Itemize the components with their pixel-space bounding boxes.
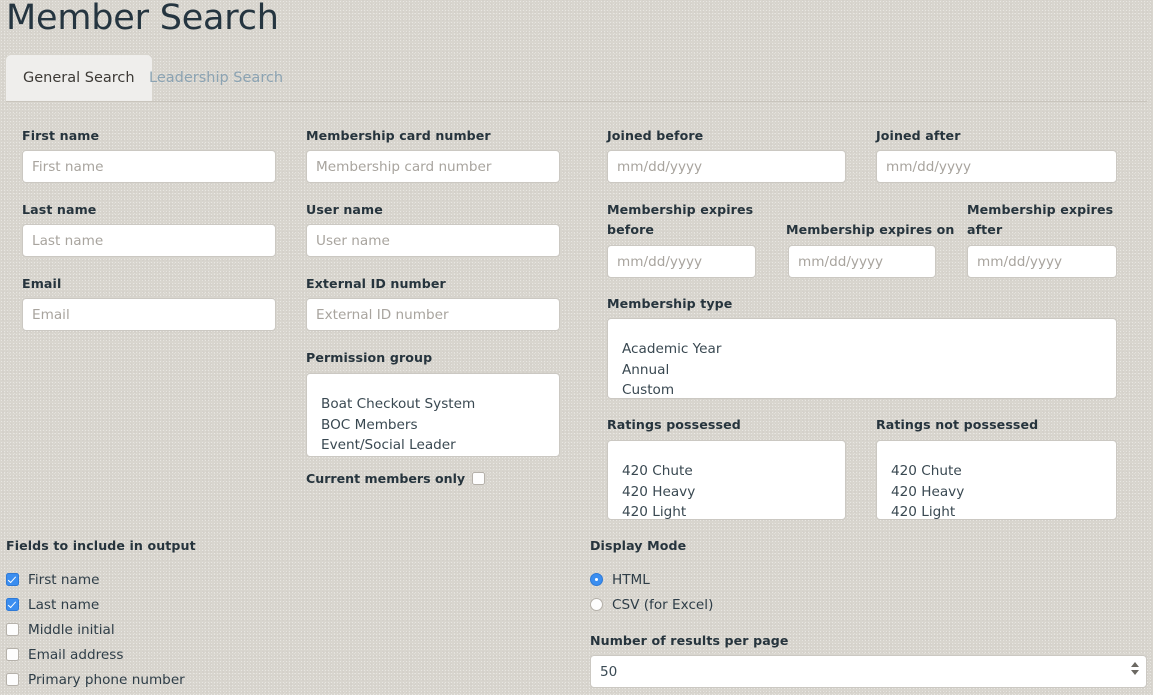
results-per-page-stepper[interactable] (590, 655, 1147, 688)
ratings-possessed-listbox[interactable]: 420 Chute 420 Heavy 420 Light (607, 440, 846, 520)
list-item[interactable] (877, 441, 1116, 461)
membership-card-number-label: Membership card number (306, 128, 491, 143)
list-item[interactable]: 420 Chute (608, 461, 845, 481)
results-per-page-input[interactable] (590, 655, 1147, 688)
checkbox-icon[interactable] (6, 573, 19, 586)
list-item[interactable]: 420 Chute (877, 461, 1116, 481)
membership-expires-on-input[interactable] (788, 245, 936, 278)
membership-type-listbox[interactable]: Academic Year Annual Custom (607, 318, 1117, 399)
output-field-last-name[interactable]: Last name (6, 596, 99, 614)
current-members-only-row[interactable]: Current members only (306, 470, 486, 488)
email-input[interactable] (22, 298, 276, 331)
membership-expires-before-input[interactable] (607, 245, 756, 278)
membership-expires-after-input[interactable] (967, 245, 1117, 278)
list-item[interactable] (307, 374, 559, 394)
permission-group-listbox[interactable]: Boat Checkout System BOC Members Event/S… (306, 373, 560, 457)
membership-expires-before-label: Membership expires before (607, 202, 754, 237)
checkbox-icon[interactable] (6, 673, 19, 686)
display-mode-option-html[interactable]: HTML (590, 571, 650, 589)
membership-expires-on-label: Membership expires on (786, 222, 955, 237)
joined-before-label: Joined before (607, 128, 704, 143)
membership-type-label: Membership type (607, 296, 733, 311)
display-mode-option-label: CSV (for Excel) (612, 597, 714, 613)
tab-leadership-search[interactable]: Leadership Search (132, 55, 300, 101)
output-field-primary-phone-number[interactable]: Primary phone number (6, 671, 185, 689)
last-name-input[interactable] (22, 224, 276, 257)
page-title: Member Search (6, 0, 279, 38)
list-item[interactable] (608, 441, 845, 461)
list-item[interactable]: 420 Light (877, 502, 1116, 519)
display-mode-option-label: HTML (612, 572, 650, 588)
checkbox-icon[interactable] (6, 648, 19, 661)
display-mode-label: Display Mode (590, 538, 687, 553)
output-field-label: Primary phone number (28, 672, 185, 688)
list-item[interactable]: Annual (608, 360, 1116, 380)
email-label: Email (22, 276, 62, 291)
permission-group-label: Permission group (306, 350, 433, 365)
list-item[interactable]: Academic Year (608, 339, 1116, 359)
user-name-input[interactable] (306, 224, 560, 257)
membership-expires-after-label: Membership expires after (967, 202, 1114, 237)
joined-after-label: Joined after (876, 128, 961, 143)
ratings-possessed-label: Ratings possessed (607, 417, 741, 432)
external-id-number-label: External ID number (306, 276, 446, 291)
ratings-not-possessed-listbox[interactable]: 420 Chute 420 Heavy 420 Light (876, 440, 1117, 520)
checkbox-icon[interactable] (6, 598, 19, 611)
user-name-label: User name (306, 202, 383, 217)
tab-general-search[interactable]: General Search (6, 55, 152, 101)
list-item[interactable]: 420 Light (608, 502, 845, 519)
checkbox-icon[interactable] (6, 623, 19, 636)
output-field-label: Last name (28, 597, 100, 613)
current-members-only-checkbox[interactable] (472, 472, 486, 485)
first-name-input[interactable] (22, 150, 276, 183)
list-item[interactable] (608, 319, 1116, 339)
display-mode-option-csv[interactable]: CSV (for Excel) (590, 596, 713, 614)
output-field-middle-initial[interactable]: Middle initial (6, 621, 115, 639)
output-field-email-address[interactable]: Email address (6, 646, 123, 664)
chevron-up-icon[interactable] (1130, 662, 1139, 667)
output-field-label: Email address (28, 647, 124, 663)
list-item[interactable]: Boat Checkout System (307, 394, 559, 414)
chevron-down-icon[interactable] (1130, 670, 1139, 675)
tab-bar: General Search Leadership Search (6, 55, 1147, 102)
joined-after-input[interactable] (876, 150, 1117, 183)
radio-icon[interactable] (590, 573, 603, 586)
output-field-first-name[interactable]: First name (6, 571, 99, 589)
list-item[interactable]: Custom (608, 380, 1116, 398)
list-item[interactable]: Event/Social Leader (307, 435, 559, 455)
ratings-not-possessed-label: Ratings not possessed (876, 417, 1039, 432)
joined-before-input[interactable] (607, 150, 846, 183)
first-name-label: First name (22, 128, 100, 143)
last-name-label: Last name (22, 202, 97, 217)
spinner-arrows-icon[interactable] (1129, 662, 1140, 681)
list-item[interactable]: 420 Heavy (608, 482, 845, 502)
output-field-label: Middle initial (28, 622, 115, 638)
fields-to-include-label: Fields to include in output (6, 538, 196, 553)
list-item[interactable]: BOC Members (307, 415, 559, 435)
output-field-label: First name (28, 572, 100, 588)
membership-card-number-input[interactable] (306, 150, 560, 183)
list-item[interactable]: 420 Heavy (877, 482, 1116, 502)
member-search-page: Member Search General Search Leadership … (0, 0, 1153, 695)
results-per-page-label: Number of results per page (590, 633, 789, 648)
current-members-only-label: Current members only (306, 471, 466, 486)
external-id-number-input[interactable] (306, 298, 560, 331)
radio-icon[interactable] (590, 598, 603, 611)
